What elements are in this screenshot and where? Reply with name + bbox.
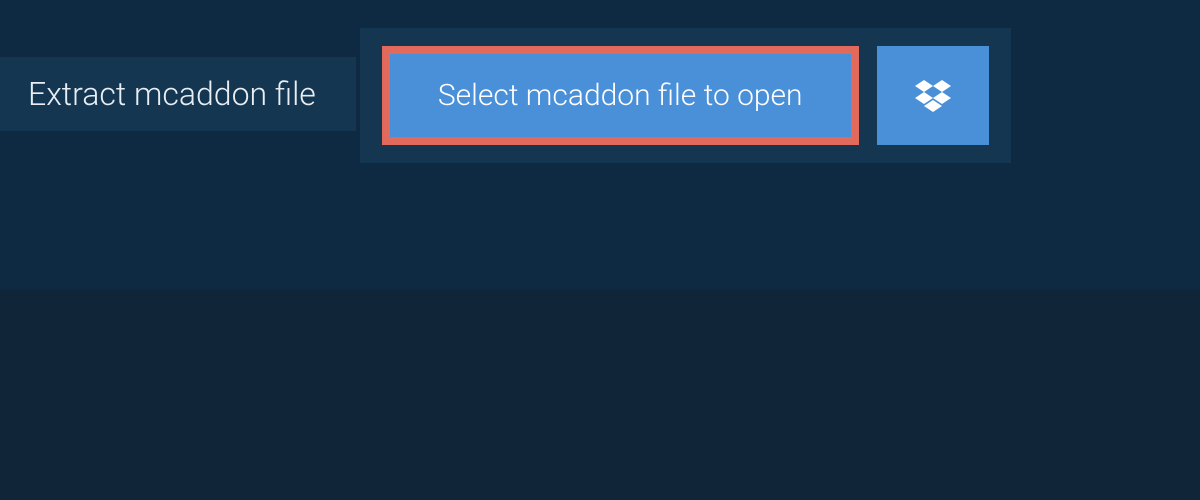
tab-extract-mcaddon[interactable]: Extract mcaddon file <box>0 57 356 131</box>
select-file-button[interactable]: Select mcaddon file to open <box>382 46 859 145</box>
select-file-label: Select mcaddon file to open <box>438 78 803 113</box>
tab-label: Extract mcaddon file <box>28 75 316 113</box>
dropbox-icon <box>913 76 953 116</box>
bottom-background-strip <box>0 290 1200 500</box>
content-panel: Select mcaddon file to open <box>360 28 1011 163</box>
dropbox-button[interactable] <box>877 46 989 145</box>
